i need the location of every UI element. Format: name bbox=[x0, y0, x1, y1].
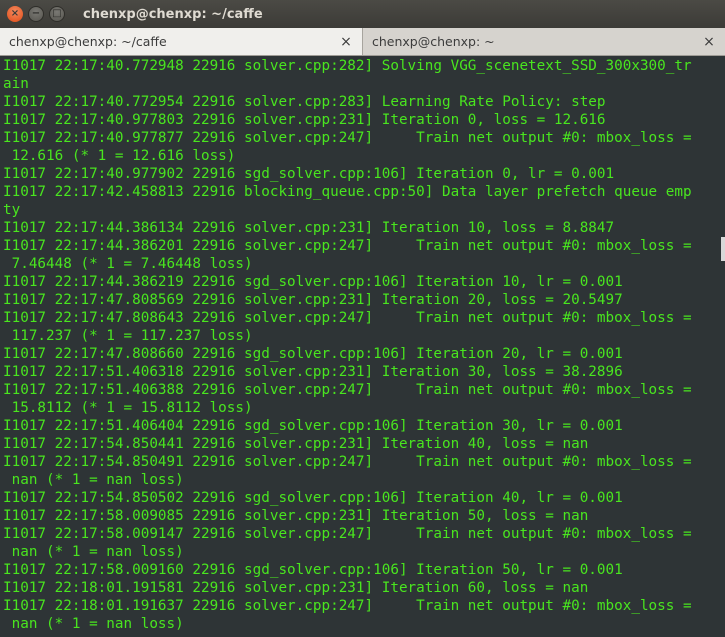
close-icon: × bbox=[10, 8, 20, 19]
terminal-line: I1017 22:17:40.772954 22916 solver.cpp:2… bbox=[3, 94, 606, 110]
terminal-line: I1017 22:17:40.772948 22916 solver.cpp:2… bbox=[3, 58, 692, 74]
terminal-line: ty bbox=[3, 202, 21, 218]
window-maximize-button[interactable]: □ bbox=[49, 6, 65, 22]
maximize-icon: □ bbox=[52, 8, 62, 19]
terminal-line: I1017 22:17:47.808660 22916 sgd_solver.c… bbox=[3, 346, 623, 362]
terminal-line: I1017 22:17:42.458813 22916 blocking_que… bbox=[3, 184, 692, 200]
terminal-line: I1017 22:17:58.009147 22916 solver.cpp:2… bbox=[3, 526, 692, 542]
tab-caffe[interactable]: chenxp@chenxp: ~/caffe × bbox=[0, 28, 363, 55]
window-title: chenxp@chenxp: ~/caffe bbox=[83, 6, 263, 22]
terminal-line: nan (* 1 = nan loss) bbox=[3, 544, 184, 560]
terminal-line: I1017 22:18:01.191637 22916 solver.cpp:2… bbox=[3, 598, 692, 614]
window-close-button[interactable]: × bbox=[7, 6, 23, 22]
tab-caffe-label: chenxp@chenxp: ~/caffe bbox=[9, 34, 167, 49]
terminal-line: I1017 22:17:47.808569 22916 solver.cpp:2… bbox=[3, 292, 623, 308]
minimize-icon: − bbox=[31, 8, 41, 19]
tab-bar: chenxp@chenxp: ~/caffe × chenxp@chenxp: … bbox=[0, 28, 725, 56]
terminal-line: I1017 22:17:58.009160 22916 sgd_solver.c… bbox=[3, 562, 623, 578]
terminal-window: × − □ chenxp@chenxp: ~/caffe chenxp@chen… bbox=[0, 0, 725, 637]
tab-caffe-close-icon[interactable]: × bbox=[339, 34, 353, 50]
terminal-line: 7.46448 (* 1 = 7.46448 loss) bbox=[3, 256, 253, 272]
terminal-line: 12.616 (* 1 = 12.616 loss) bbox=[3, 148, 236, 164]
terminal-line: I1017 22:17:51.406318 22916 solver.cpp:2… bbox=[3, 364, 623, 380]
terminal-line: ain bbox=[3, 76, 29, 92]
terminal-line: I1017 22:17:47.808643 22916 solver.cpp:2… bbox=[3, 310, 692, 326]
terminal-line: 117.237 (* 1 = 117.237 loss) bbox=[3, 328, 253, 344]
terminal-lines: I1017 22:17:40.772948 22916 solver.cpp:2… bbox=[3, 57, 721, 633]
terminal-line: I1017 22:18:01.191581 22916 solver.cpp:2… bbox=[3, 580, 589, 596]
terminal-line: 15.8112 (* 1 = 15.8112 loss) bbox=[3, 400, 253, 416]
terminal-line: I1017 22:17:54.850502 22916 sgd_solver.c… bbox=[3, 490, 623, 506]
terminal-line: I1017 22:17:44.386219 22916 sgd_solver.c… bbox=[3, 274, 623, 290]
terminal-line: I1017 22:17:54.850491 22916 solver.cpp:2… bbox=[3, 454, 692, 470]
terminal-line: I1017 22:17:51.406404 22916 sgd_solver.c… bbox=[3, 418, 623, 434]
terminal-output[interactable]: I1017 22:17:40.772948 22916 solver.cpp:2… bbox=[0, 56, 725, 637]
terminal-line: I1017 22:17:40.977877 22916 solver.cpp:2… bbox=[3, 130, 692, 146]
terminal-line: I1017 22:17:54.850441 22916 solver.cpp:2… bbox=[3, 436, 589, 452]
tab-home[interactable]: chenxp@chenxp: ~ × bbox=[363, 28, 725, 55]
terminal-line: I1017 22:17:51.406388 22916 solver.cpp:2… bbox=[3, 382, 692, 398]
tab-home-label: chenxp@chenxp: ~ bbox=[372, 34, 495, 49]
tab-home-close-icon[interactable]: × bbox=[702, 34, 716, 50]
scrollbar-thumb[interactable] bbox=[721, 237, 725, 261]
terminal-line: I1017 22:17:44.386201 22916 solver.cpp:2… bbox=[3, 238, 692, 254]
terminal-line: I1017 22:17:44.386134 22916 solver.cpp:2… bbox=[3, 220, 615, 236]
terminal-line: I1017 22:17:58.009085 22916 solver.cpp:2… bbox=[3, 508, 589, 524]
terminal-line: nan (* 1 = nan loss) bbox=[3, 472, 184, 488]
window-titlebar[interactable]: × − □ chenxp@chenxp: ~/caffe bbox=[0, 0, 725, 28]
terminal-line: nan (* 1 = nan loss) bbox=[3, 616, 184, 632]
window-minimize-button[interactable]: − bbox=[28, 6, 44, 22]
terminal-line: I1017 22:17:40.977803 22916 solver.cpp:2… bbox=[3, 112, 606, 128]
terminal-line: I1017 22:17:40.977902 22916 sgd_solver.c… bbox=[3, 166, 615, 182]
